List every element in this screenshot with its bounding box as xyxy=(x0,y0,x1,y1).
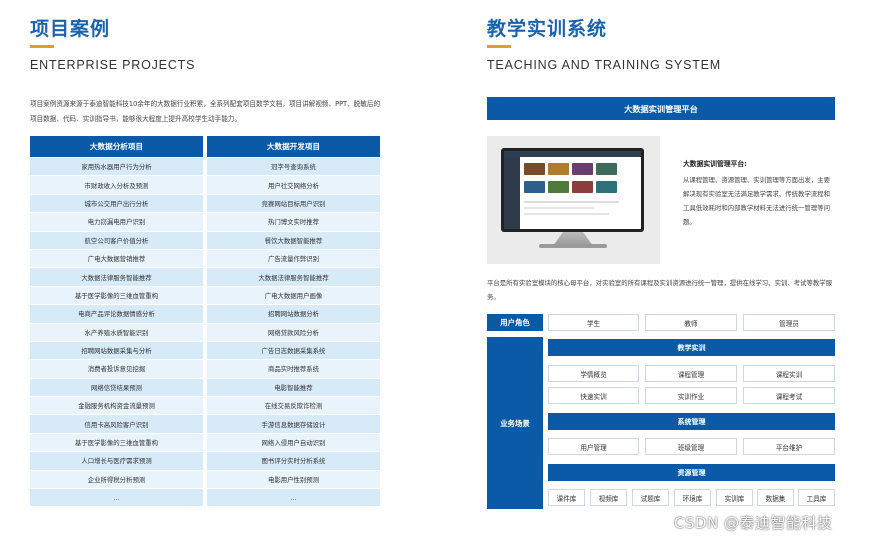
development-project-row: 商品实时推荐系统 xyxy=(207,359,380,378)
user-role-label: 用户角色 xyxy=(487,314,543,331)
item-quick-training: 快速实训 xyxy=(548,387,639,404)
section-system-management: 系统管理 xyxy=(548,413,835,430)
development-project-row: 网络贷款风险分析 xyxy=(207,322,380,341)
analysis-project-row: 企业所得税分析预测 xyxy=(30,469,203,489)
development-project-row: 冠字号查询系统 xyxy=(207,157,380,176)
platform-screenshot xyxy=(487,136,660,264)
projects-intro-text: 项目案例资源来源于泰迪智能科技10余年的大数据行业积累，全系列配套项目数学文档，… xyxy=(30,100,381,123)
business-scene-label: 业务场景 xyxy=(487,337,543,509)
development-project-row: 大数据法律服务智能推荐 xyxy=(207,267,380,286)
development-project-row: 竞赛网站目标用户识别 xyxy=(207,193,380,213)
analysis-project-row: 水产养殖水质智能识别 xyxy=(30,322,203,341)
role-teacher: 教师 xyxy=(645,314,737,331)
analysis-project-row: 消费者投诉意见挖掘 xyxy=(30,359,203,378)
development-project-row: 手游信息数据存储设计 xyxy=(207,414,380,433)
item-platform-maintenance: 平台维护 xyxy=(743,438,835,455)
analysis-project-row: 电商产品评论数据情感分析 xyxy=(30,304,203,323)
item-tool-lib: 工具库 xyxy=(798,489,835,506)
analysis-project-row: 网络信贷结果预测 xyxy=(30,377,203,397)
development-project-row: ... xyxy=(207,488,380,507)
analysis-table-header: 大数据分析项目 xyxy=(30,136,203,157)
item-user-management: 用户管理 xyxy=(548,438,639,455)
development-project-row: 广告流量作弊识别 xyxy=(207,248,380,268)
item-courseware-lib: 课件库 xyxy=(548,489,585,506)
analysis-project-row: 大数据法律服务智能推荐 xyxy=(30,267,203,286)
analysis-project-row: 航空公司客户价值分析 xyxy=(30,230,203,249)
item-question-lib: 试题库 xyxy=(632,489,669,506)
item-training-lib: 实训库 xyxy=(716,489,753,506)
item-class-management: 班级管理 xyxy=(645,438,737,455)
analysis-project-row: 广电大数据营销推荐 xyxy=(30,248,203,268)
development-project-row: 在线交易反欺诈检测 xyxy=(207,396,380,415)
development-table-header: 大数据开发项目 xyxy=(207,136,380,157)
development-project-row: 网络入侵用户自动识别 xyxy=(207,432,380,452)
development-projects-table: 大数据开发项目 冠字号查询系统 用户社交网络分析 竞赛网站目标用户识别 热门博文实时推… xyxy=(207,136,380,507)
development-project-row: 电影智能推荐 xyxy=(207,377,380,397)
section-resource-management: 资源管理 xyxy=(548,464,835,481)
item-dataset: 数据集 xyxy=(757,489,794,506)
item-course-management: 课程管理 xyxy=(645,365,737,382)
item-course-exam: 课程考试 xyxy=(743,387,835,404)
development-project-row: 招聘网站数据分析 xyxy=(207,304,380,323)
analysis-project-row: 基于医学影像的三维血管重构 xyxy=(30,432,203,452)
platform-paragraph: 平台是所有实验室模块的核心母平台，对实验室的所有课程及实训资源进行统一管理，提供… xyxy=(487,279,833,301)
analysis-project-row: 金融服务机构资金流量预测 xyxy=(30,396,203,415)
title-accent-bar xyxy=(30,45,54,48)
item-course-training: 课程实训 xyxy=(743,365,835,382)
analysis-project-row: 市财政收入分析及预测 xyxy=(30,175,203,194)
development-project-row: 广告日志数据采集系统 xyxy=(207,340,380,360)
monitor-illustration xyxy=(501,148,644,232)
analysis-project-row: 基于医学影像的三维血管重构 xyxy=(30,285,203,305)
development-project-row: 热门博文实时推荐 xyxy=(207,212,380,231)
section-subtitle-projects: ENTERPRISE PROJECTS xyxy=(30,58,196,72)
role-student: 学生 xyxy=(548,314,639,331)
analysis-project-row: ... xyxy=(30,488,203,507)
development-project-row: 餐饮大数据智能推荐 xyxy=(207,230,380,249)
analysis-project-row: 城市公交用户出行分析 xyxy=(30,193,203,213)
title-accent-bar xyxy=(487,45,511,48)
development-project-row: 用户社交网络分析 xyxy=(207,175,380,194)
platform-banner: 大数据实训管理平台 xyxy=(487,97,835,120)
development-project-row: 图书评分实时分析系统 xyxy=(207,451,380,470)
item-learning-overview: 学情概览 xyxy=(548,365,639,382)
analysis-projects-table: 大数据分析项目 家用热水器用户行为分析 市财政收入分析及预测 城市公交用户出行分析电… xyxy=(30,136,203,507)
section-title-projects: 项目案例 xyxy=(30,18,111,40)
section-teaching-training: 教学实训 xyxy=(548,339,835,356)
development-project-row: 广电大数据用户画像 xyxy=(207,285,380,305)
analysis-project-row: 电力窃漏电用户识别 xyxy=(30,212,203,231)
analysis-project-row: 信用卡高风险客户识别 xyxy=(30,414,203,433)
platform-title: 大数据实训管理平台: xyxy=(683,160,747,168)
analysis-project-row: 招聘网站数据采集与分析 xyxy=(30,340,203,360)
section-subtitle-system: TEACHING AND TRAINING SYSTEM xyxy=(487,58,722,72)
csdn-watermark: CSDN @泰迪智能科技 xyxy=(674,514,833,532)
role-admin: 管理员 xyxy=(743,314,835,331)
item-training-homework: 实训作业 xyxy=(645,387,737,404)
section-title-system: 教学实训系统 xyxy=(487,18,608,40)
analysis-project-row: 家用热水器用户行为分析 xyxy=(30,157,203,176)
item-environment-lib: 环境库 xyxy=(674,489,711,506)
platform-description: 从课程管理、资源管理、实训管理等方面出发，主要解决现有实验室无法满足教学需求、传… xyxy=(683,176,830,226)
development-project-row: 电影用户性别预测 xyxy=(207,469,380,489)
analysis-project-row: 人口增长与医疗需求预测 xyxy=(30,451,203,470)
item-video-lib: 视频库 xyxy=(590,489,627,506)
